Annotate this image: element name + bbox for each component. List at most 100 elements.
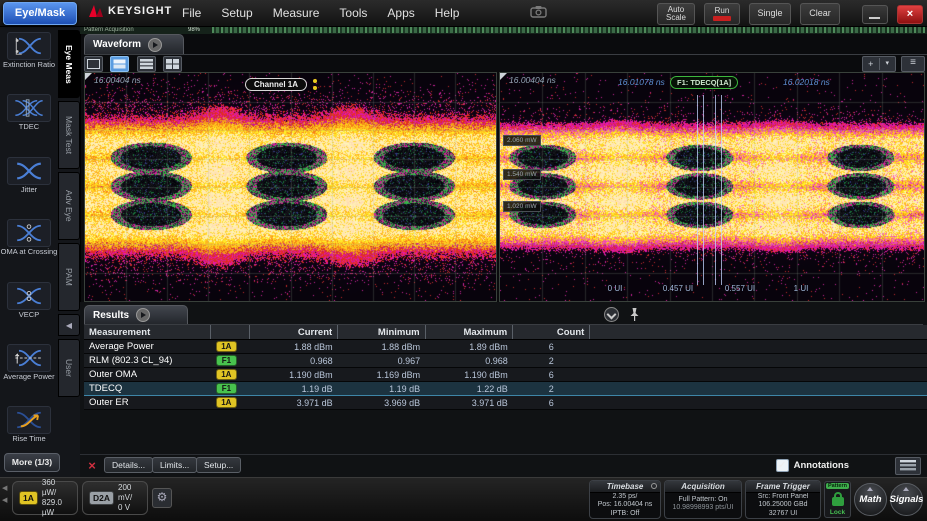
waveform-play-icon[interactable] — [148, 38, 162, 52]
eye-diagram-tdecq-function[interactable]: 16.00404 ns 16.01078 ns F1: TDECQ[1A] 16… — [499, 72, 925, 302]
tab-results[interactable]: Results — [84, 305, 188, 324]
tab-mask-test[interactable]: Mask Test — [58, 101, 80, 169]
table-row-outer-oma[interactable]: Outer OMA 1A 1.190 dBm 1.169 dBm 1.190 d… — [84, 368, 927, 382]
marker-time-right: 16.02018 ns — [783, 77, 830, 87]
layout-rows-button[interactable] — [137, 56, 156, 72]
tab-adv-eye[interactable]: Adv Eye — [58, 172, 80, 240]
limits-button[interactable]: Limits... — [152, 457, 197, 473]
lock-icon — [832, 497, 844, 506]
zoom-split-button[interactable]: + ▾ — [862, 56, 896, 72]
pattern-acquisition-progress — [212, 27, 925, 33]
acquisition-status-box[interactable]: Acquisition Full Pattern: On 10.98998993… — [664, 480, 742, 519]
table-row-average-power[interactable]: Average Power 1A 1.88 dBm 1.88 dBm 1.89 … — [84, 340, 927, 354]
signal-chip-d2a[interactable]: D2A 200 mV/0 V — [82, 481, 148, 515]
sidebar-collapse-chevron[interactable]: ◀ — [58, 314, 80, 336]
ui-label-0: 0 UI — [608, 284, 623, 293]
tab-pam[interactable]: PAM — [58, 243, 80, 311]
scroll-left-icon[interactable]: ◀ — [2, 484, 7, 492]
ui-label-1: 1 UI — [794, 284, 809, 293]
sidebar-item-extinction-ratio[interactable]: Extinction Ratio — [0, 32, 58, 70]
extinction-ratio-icon — [12, 36, 46, 56]
tdecq-slicer-marker[interactable] — [703, 95, 704, 285]
tab-user[interactable]: User — [58, 339, 80, 397]
results-play-icon[interactable] — [136, 308, 150, 322]
display-toolbar: + ▾ ≡ — [84, 56, 925, 71]
frame-trigger-status-box[interactable]: Frame Trigger Src: Front Panel 106.25000… — [745, 480, 821, 519]
channel-1a-badge[interactable]: Channel 1A — [245, 78, 307, 91]
annotations-checkbox[interactable]: ✓ — [776, 459, 789, 472]
timebase-status-box[interactable]: Timebase 2.35 ps/ Pos: 16.00404 ns IPTB:… — [589, 480, 661, 519]
tdecq-slicer-marker[interactable] — [715, 95, 716, 285]
more-measurements-button[interactable]: More (1/3) — [4, 453, 60, 472]
window-controls: Auto Scale Run Single Clear × — [657, 3, 923, 25]
results-table: Measurement Current Minimum Maximum Coun… — [84, 325, 927, 410]
eye-diagram-canvas-left[interactable] — [85, 73, 496, 301]
results-header-row: Measurement Current Minimum Maximum Coun… — [84, 325, 927, 340]
clear-button[interactable]: Clear — [800, 3, 840, 25]
pattern-lock-indicator[interactable]: Pattern Lock — [824, 481, 851, 518]
results-grid-view-button[interactable] — [895, 457, 921, 475]
menu-help[interactable]: Help — [435, 6, 460, 20]
signals-button[interactable]: Signals — [890, 483, 923, 516]
pin-icon[interactable] — [629, 307, 640, 322]
eye-diagram-canvas-right[interactable] — [500, 73, 924, 301]
eye-diagram-channel-1a[interactable]: 16.00404 ns Channel 1A — [84, 72, 497, 302]
layout-single-button[interactable] — [84, 56, 103, 72]
jitter-icon — [12, 161, 46, 181]
measurement-sidebar: Extinction Ratio TDEC Jitter OMA at Cros… — [0, 26, 81, 478]
results-footer: × Details... Limits... Setup... ✓ Annota… — [80, 454, 927, 476]
source-badge-f1: F1 — [216, 383, 237, 394]
tab-waveform[interactable]: Waveform — [84, 34, 184, 54]
table-row-tdecq-selected[interactable]: TDECQ F1 1.19 dB 1.19 dB 1.22 dB 2 — [84, 382, 927, 396]
layout-split-button[interactable] — [110, 56, 129, 72]
details-button[interactable]: Details... — [104, 457, 153, 473]
sidebar-item-average-power[interactable]: Average Power — [0, 344, 58, 382]
sidebar-item-oma-at-crossing[interactable]: OMA at Crossing — [0, 219, 58, 257]
minimize-button[interactable] — [862, 5, 888, 24]
tdec-icon — [12, 98, 46, 118]
close-button[interactable]: × — [897, 5, 923, 24]
menu-apps[interactable]: Apps — [387, 6, 414, 20]
pattern-acquisition-percent: 98% — [188, 26, 200, 34]
signal-scroll-arrows[interactable]: ◀ ◀ — [2, 484, 7, 504]
table-row-rlm[interactable]: RLM (802.3 CL_94) F1 0.968 0.967 0.968 2 — [84, 354, 927, 368]
threshold-level-upper: 2.060 mW — [503, 135, 541, 146]
zoom-plus-icon[interactable]: + — [863, 58, 880, 70]
tdecq-function-badge[interactable]: F1: TDECQ[1A] — [670, 76, 738, 89]
setup-button[interactable]: Setup... — [196, 457, 241, 473]
screenshot-camera-icon[interactable] — [530, 5, 547, 18]
keysight-logo: KEYSIGHT — [88, 4, 172, 18]
zoom-dropdown-icon[interactable]: ▾ — [880, 58, 896, 70]
tdecq-slicer-marker[interactable] — [721, 95, 722, 285]
keysight-spark-icon — [88, 4, 104, 18]
single-button[interactable]: Single — [749, 3, 791, 25]
layout-grid-button[interactable] — [163, 56, 182, 72]
math-button[interactable]: Math — [854, 483, 887, 516]
annotations-toggle[interactable]: ✓ Annotations — [776, 459, 849, 472]
sidebar-item-rise-time[interactable]: Rise Time — [0, 406, 58, 444]
tdecq-slicer-marker[interactable] — [697, 95, 698, 285]
sidebar-item-vecp[interactable]: VECP — [0, 282, 58, 320]
scroll-left-icon[interactable]: ◀ — [2, 496, 7, 504]
pattern-acquisition-bar: Pattern Acquisition 98% — [80, 26, 927, 34]
display-menu-button[interactable]: ≡ — [901, 56, 925, 72]
channel-marker-dots — [313, 79, 317, 93]
sidebar-item-jitter[interactable]: Jitter — [0, 157, 58, 195]
run-button[interactable]: Run — [704, 3, 740, 25]
tab-eye-meas[interactable]: Eye Meas — [58, 30, 80, 98]
title-bar: Eye/Mask KEYSIGHT File Setup Measure Too… — [0, 0, 927, 27]
delete-measurement-icon[interactable]: × — [88, 458, 96, 473]
auto-scale-button[interactable]: Auto Scale — [657, 3, 695, 25]
signals-settings-gear-icon[interactable]: ⚙ — [152, 488, 172, 508]
results-collapse-chevron[interactable] — [604, 307, 619, 322]
signal-chip-1a[interactable]: 1A 360 µW/829.0 µW — [12, 481, 78, 515]
menu-setup[interactable]: Setup — [221, 6, 252, 20]
channel-1a-chip-badge: 1A — [19, 491, 38, 505]
menu-tools[interactable]: Tools — [339, 6, 367, 20]
menu-measure[interactable]: Measure — [273, 6, 320, 20]
menu-file[interactable]: File — [182, 6, 201, 20]
mode-button-eye-mask[interactable]: Eye/Mask — [3, 2, 77, 25]
sidebar-item-tdec[interactable]: TDEC — [0, 94, 58, 132]
table-row-outer-er[interactable]: Outer ER 1A 3.971 dB 3.969 dB 3.971 dB 6 — [84, 396, 927, 410]
source-badge-1a: 1A — [216, 369, 237, 380]
